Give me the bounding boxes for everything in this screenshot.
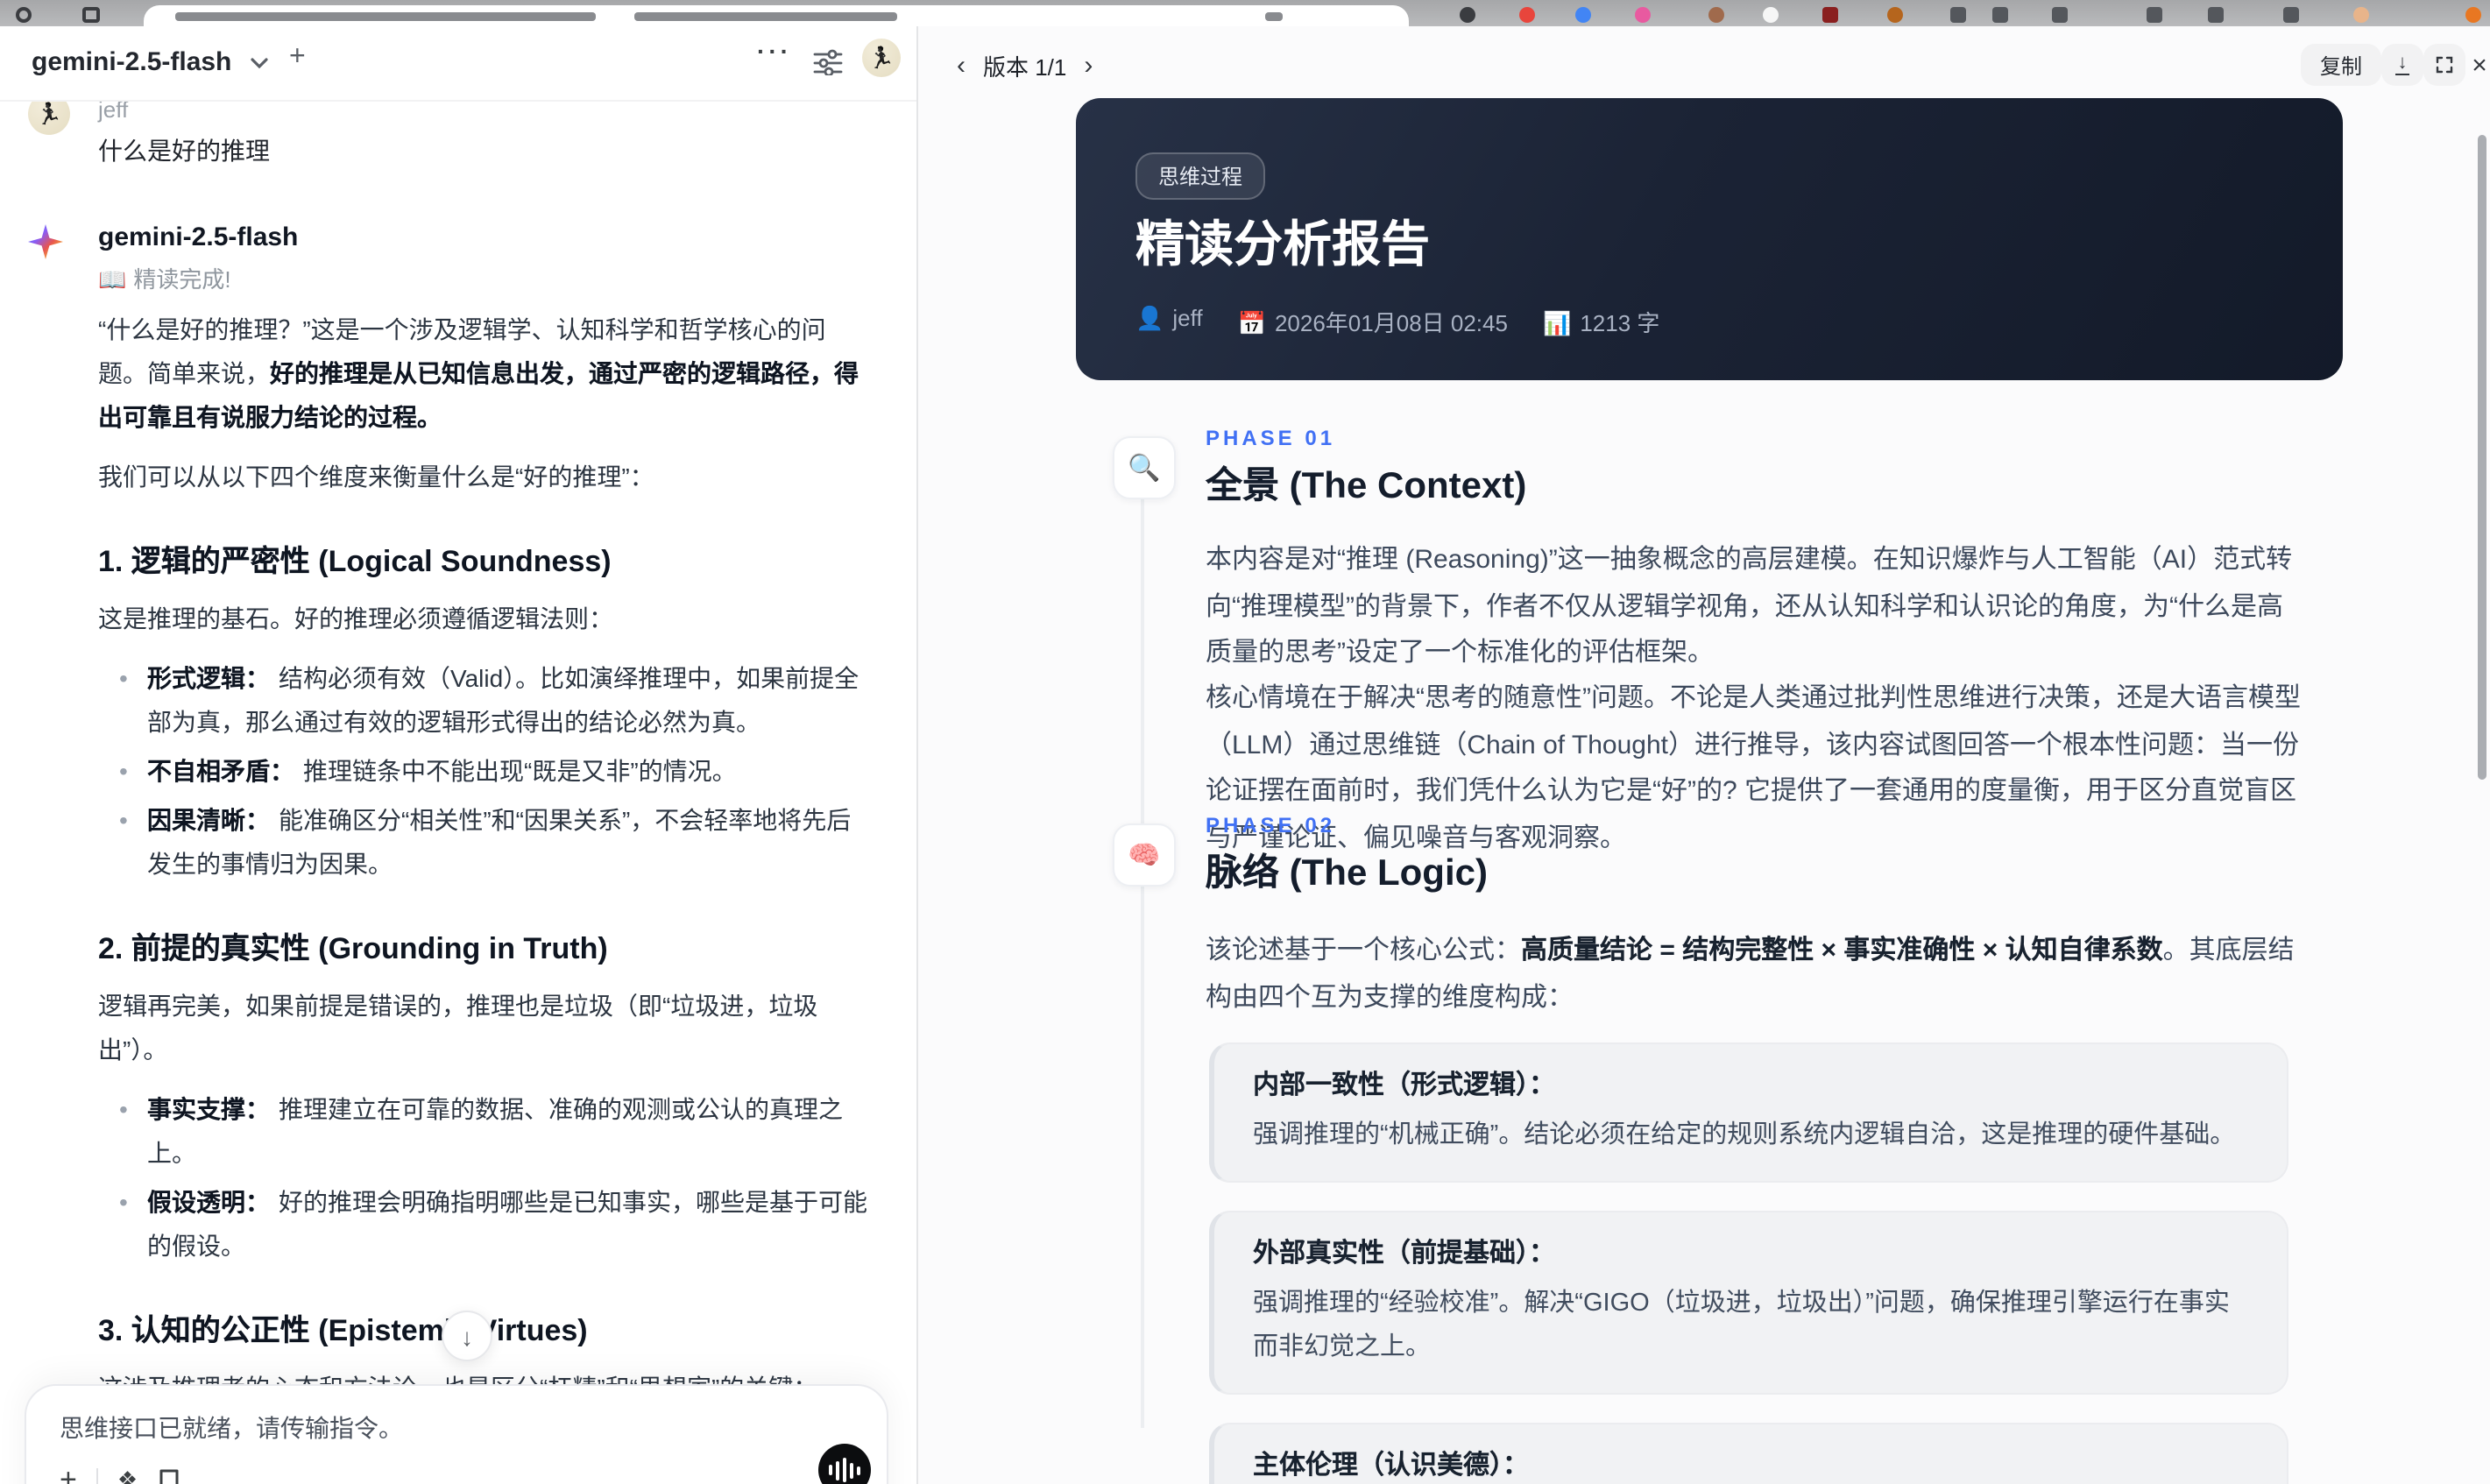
section-2-title: 2. 前提的真实性 (Grounding in Truth) (98, 932, 608, 965)
assistant-message-body: “什么是好的推理？”这是一个涉及逻辑学、认知科学和哲学核心的问题。简单来说，好的… (98, 293, 874, 1484)
person-icon: 👤 (1135, 305, 1164, 331)
toolbar-icon[interactable] (2147, 7, 2162, 23)
settings-sliders-icon[interactable] (813, 49, 843, 75)
toolbar-icon[interactable] (2208, 7, 2224, 23)
toolbar-icon[interactable] (2052, 7, 2068, 23)
download-icon: ↓ (2395, 52, 2409, 74)
extension-icon[interactable] (1822, 7, 1838, 23)
scrollbar-thumb[interactable] (2478, 135, 2486, 780)
brain-icon: 🧠 (1128, 841, 1161, 871)
dimension-card: 主体伦理（认识美德）： 转向推理者的心理特征。引入奥卡姆剃刀和反向论证，旨在克服… (1209, 1423, 2288, 1484)
report-date: 📅 2026年01月08日 02:45 (1237, 310, 1508, 336)
app-window: gemini-2.5-flash + ··· 🏃 🏃 jeff 什么是好的推理 (0, 0, 2490, 1484)
assistant-status-text: 精读完成! (133, 266, 231, 293)
list-item: • 事实支撑： 推理建立在可靠的数据、准确的观测或公认的真理之上。 (119, 1095, 843, 1167)
magnifier-icon: 🔍 (1128, 454, 1161, 484)
assistant-name: gemini-2.5-flash (98, 223, 299, 252)
list-item: • 假设透明： 好的推理会明确指明哪些是已知事实，哪些是基于可能的假设。 (119, 1188, 867, 1260)
phase-2-title: 脉络 (The Logic) (1206, 853, 1488, 894)
browser-profile-avatar[interactable] (2353, 7, 2369, 23)
extension-icon[interactable] (1887, 7, 1903, 23)
phase-1-paragraph-1: 本内容是对“推理 (Reasoning)”这一抽象概念的高层建模。在知识爆炸与人… (1206, 545, 2293, 668)
phase-1-title: 全景 (The Context) (1206, 466, 1527, 506)
report-badge: 思维过程 (1135, 152, 1266, 200)
scroll-to-bottom-button[interactable]: ↓ (442, 1311, 492, 1361)
chat-header: gemini-2.5-flash + ··· 🏃 (0, 26, 916, 102)
browser-tabs-icon[interactable] (82, 7, 100, 23)
browser-reload-icon[interactable] (16, 7, 32, 23)
copy-button[interactable]: 复制 (2300, 44, 2381, 86)
section-1-intro: 这是推理的基石。好的推理必须遵循逻辑法则： (98, 604, 613, 632)
browser-chrome-strip (0, 0, 2490, 26)
gemini-star-icon (28, 224, 63, 259)
book-icon: 📖 (98, 266, 127, 293)
extension-icon[interactable] (1519, 7, 1535, 23)
dimension-cards: 内部一致性（形式逻辑）： 强调推理的“机械正确”。结论必须在给定的规则系统内逻辑… (1209, 1042, 2288, 1484)
report-author: 👤 jeff (1135, 305, 1203, 331)
skills-icon[interactable]: ❖ (117, 1466, 138, 1484)
list-item: • 形式逻辑： 结构必须有效（Valid）。比如演绎推理中，如果前提全部为真，那么通… (119, 664, 859, 736)
more-options-button[interactable]: ··· (757, 37, 792, 65)
version-next-button[interactable]: › (1084, 51, 1093, 81)
chat-panel: gemini-2.5-flash + ··· 🏃 🏃 jeff 什么是好的推理 (0, 26, 918, 1484)
phase-1-paragraph-2: 核心情境在于解决“思考的随意性”问题。不论是人类通过批判性思维进行决策，还是大语… (1206, 683, 2301, 852)
new-chat-button[interactable]: + (289, 42, 306, 74)
extension-icon[interactable] (1635, 7, 1651, 23)
close-button[interactable]: × (2458, 44, 2490, 86)
tab-title-clipped (175, 12, 596, 21)
chat-input[interactable]: 思维接口已就绪，请传输指令。 + ❖ (25, 1384, 888, 1484)
arrow-down-icon: ↓ (461, 1322, 473, 1350)
phase-2-label: PHASE 02 (1206, 813, 1336, 837)
artifact-panel: ‹ 版本 1/1 › 复制 ↓ × 思维过程 精读分析报告 👤 jeff 📅 202… (918, 26, 2490, 1484)
report-word-count: 📊 1213 字 (1542, 310, 1660, 336)
extension-icon[interactable] (1708, 7, 1724, 23)
version-nav: ‹ 版本 1/1 › (957, 49, 1093, 82)
report-meta: 👤 jeff 📅 2026年01月08日 02:45 📊 1213 字 (1135, 305, 1659, 338)
divider (95, 1468, 98, 1484)
bookmark-star-icon[interactable] (1265, 12, 1283, 21)
calendar-icon: 📅 (1237, 310, 1266, 336)
assistant-status: 📖 精读完成! (98, 261, 231, 294)
toolbar-icon[interactable] (2283, 7, 2299, 23)
user-profile-avatar[interactable]: 🏃 (862, 39, 901, 77)
expand-icon (2436, 56, 2453, 74)
version-label: 版本 1/1 (983, 54, 1067, 81)
close-icon: × (2472, 50, 2487, 80)
chat-input-placeholder: 思维接口已就绪，请传输指令。 (60, 1414, 403, 1442)
voice-input-button[interactable] (818, 1444, 871, 1484)
intro-paragraph: “什么是好的推理？”这是一个涉及逻辑学、认知科学和哲学核心的问题。简单来说，好的… (98, 315, 859, 431)
extension-icon[interactable] (1763, 7, 1779, 23)
bookmark-icon[interactable] (157, 1467, 180, 1484)
attach-plus-button[interactable]: + (60, 1465, 77, 1484)
phase-1-icon-box: 🔍 (1113, 436, 1176, 499)
list-item: • 因果清晰： 能准确区分“相关性”和“因果关系”，不会轻率地将先后发生的事情归为因… (119, 806, 852, 878)
chart-icon: 📊 (1542, 310, 1572, 336)
phase-2-intro: 该论述基于一个核心公式：高质量结论 = 结构完整性 × 事实准确性 × 认知自律… (1206, 936, 2295, 1012)
version-prev-button[interactable]: ‹ (957, 51, 966, 81)
extension-icon[interactable] (1575, 7, 1591, 23)
list-item: • 不自相矛盾： 推理链条中不能出现“既是又非”的情况。 (119, 757, 737, 785)
report-title: 精读分析报告 (1135, 217, 1431, 272)
toolbar-icon[interactable] (1992, 7, 2008, 23)
dimension-card: 内部一致性（形式逻辑）： 强调推理的“机械正确”。结论必须在给定的规则系统内逻辑… (1209, 1042, 2288, 1183)
user-message-text: 什么是好的推理 (98, 137, 270, 165)
extension-icon[interactable] (2465, 7, 2481, 23)
tab-title-clipped (634, 12, 897, 21)
phase-timeline-line (1141, 447, 1144, 1428)
section-2-intro: 逻辑再完美，如果前提是错误的，推理也是垃圾（即“垃圾进，垃圾出”）。 (98, 992, 818, 1064)
browser-active-tab[interactable] (144, 5, 1409, 26)
model-selector[interactable]: gemini-2.5-flash (32, 47, 231, 77)
dimensions-line: 我们可以从以下四个维度来衡量什么是“好的推理”： (98, 463, 654, 491)
section-1-title: 1. 逻辑的严密性 (Logical Soundness) (98, 545, 612, 578)
toolbar-icon[interactable] (1950, 7, 1966, 23)
phase-2-icon-box: 🧠 (1113, 823, 1176, 887)
report-hero-card: 思维过程 精读分析报告 👤 jeff 📅 2026年01月08日 02:45 📊 12… (1076, 98, 2343, 380)
download-button[interactable]: ↓ (2381, 44, 2423, 86)
phase-1-label: PHASE 01 (1206, 426, 1336, 450)
extension-icon[interactable] (1460, 7, 1475, 23)
dimension-card: 外部真实性（前提基础）： 强调推理的“经验校准”。解决“GIGO（垃圾进，垃圾出… (1209, 1211, 2288, 1395)
chevron-down-icon[interactable] (251, 58, 268, 70)
